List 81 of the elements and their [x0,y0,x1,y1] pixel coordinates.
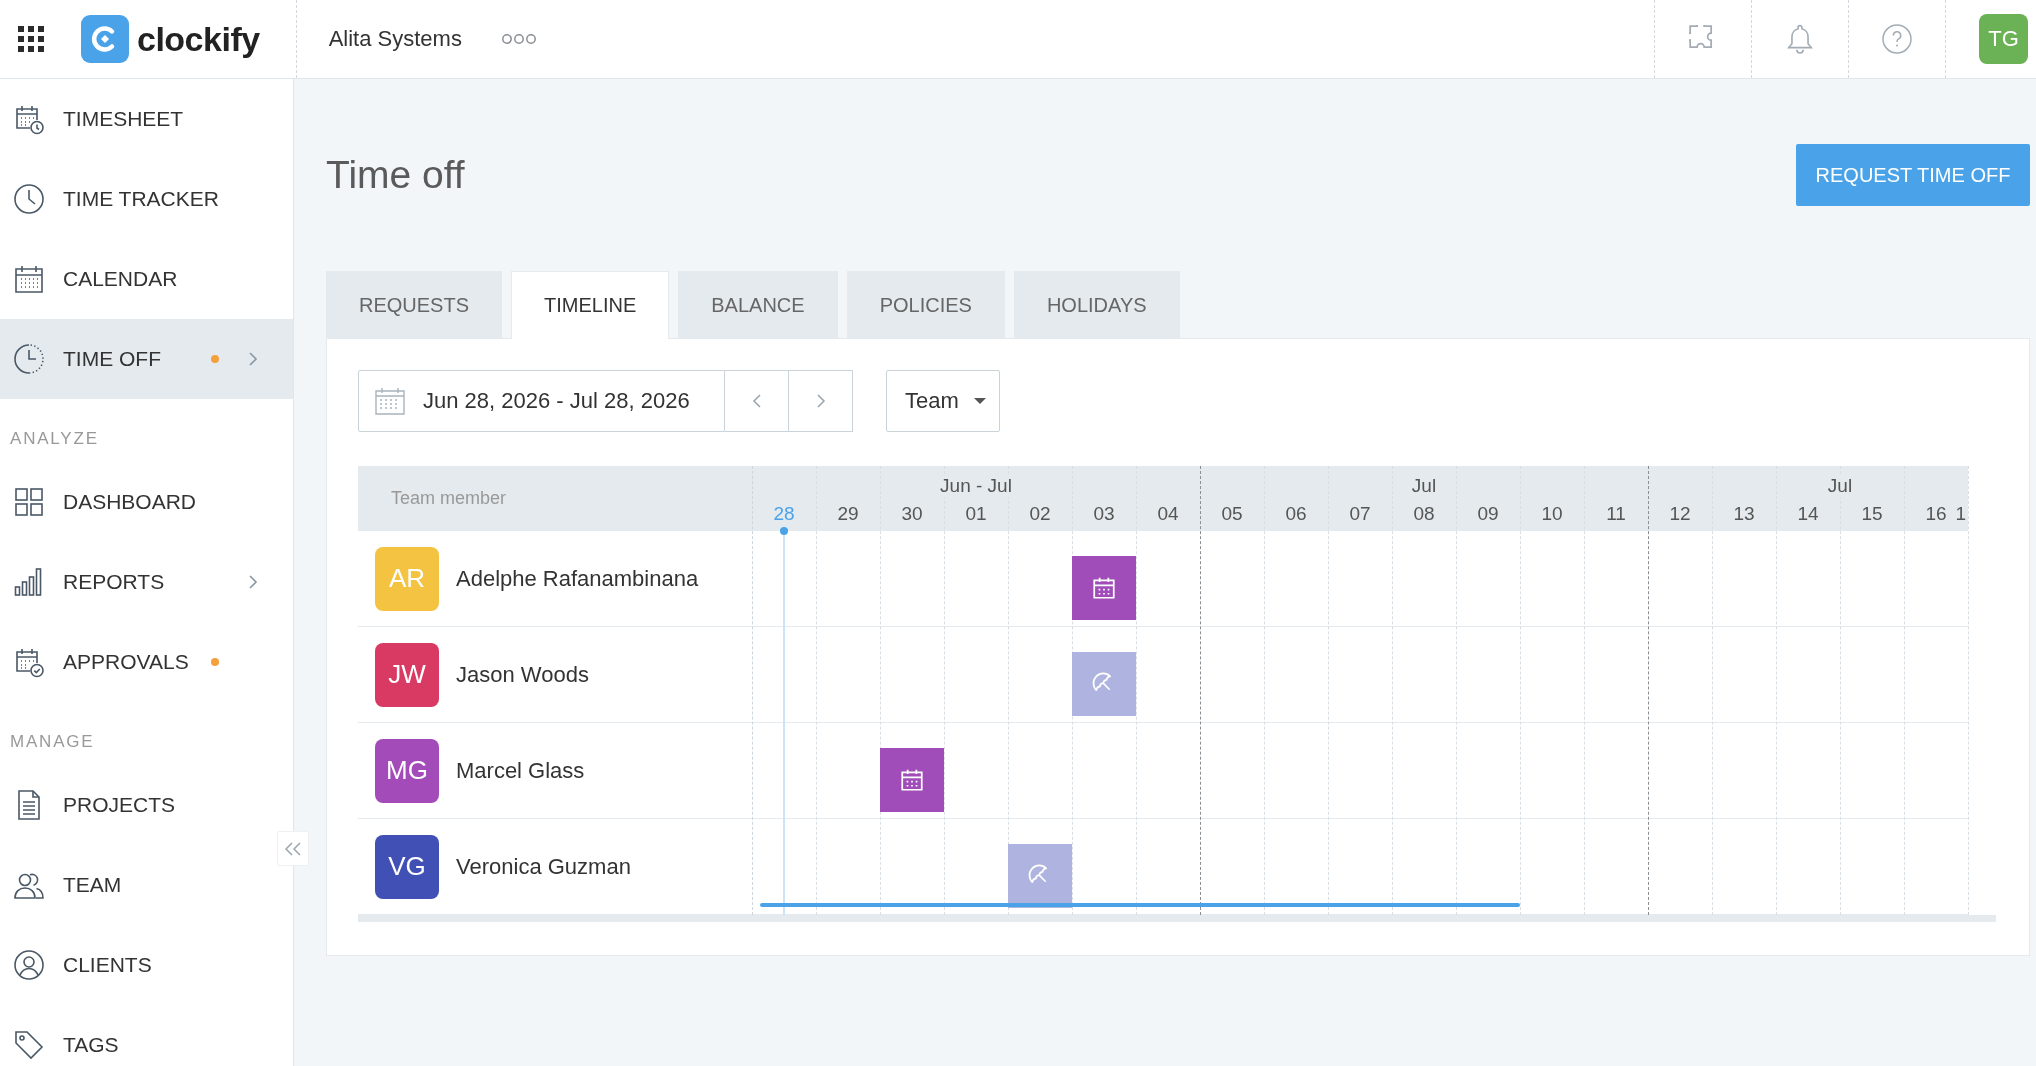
day-label: 12 [1669,502,1691,525]
day-label: 30 [901,502,923,525]
tab[interactable]: BALANCE [678,271,838,338]
previous-button[interactable] [725,370,789,432]
calendar-check-icon [13,646,45,678]
brand-name: clockify [137,19,260,59]
calendar-icon [1091,575,1117,601]
person-circle-icon [13,949,45,981]
day-label: 1 [1955,502,1966,525]
day-label: 15 [1861,502,1883,525]
section-heading: MANAGE [9,731,96,753]
day-label: 11 [1606,502,1626,525]
day-label: 06 [1285,502,1307,525]
member-name: Marcel Glass [456,757,585,784]
logo-icon[interactable] [81,15,129,63]
calendar-icon [375,387,405,415]
day-label: 28 [773,502,795,525]
section-heading: ANALYZE [9,428,100,450]
day-label: 03 [1093,502,1115,525]
scrollbar-track[interactable] [358,915,1996,922]
date-range-picker[interactable]: Jun 28, 2026 - Jul 28, 2026 [358,370,725,432]
day-label: 29 [837,502,859,525]
day-label: 07 [1349,502,1371,525]
calendar-clock-icon [13,103,45,135]
double-chevron-left-icon [284,840,302,857]
nav-item[interactable]: TAGS [0,1005,293,1066]
holiday-block[interactable] [1072,556,1136,620]
day-label: 01 [965,502,987,525]
collapse-sidebar-button[interactable] [277,831,309,866]
member-name: Veronica Guzman [456,853,631,880]
day-label: 05 [1221,502,1243,525]
next-button[interactable] [789,370,853,432]
calendar-icon [13,263,45,295]
nav-item[interactable]: CALENDAR [0,239,293,319]
caret-icon [973,398,986,404]
tag-icon [13,1029,45,1061]
avatar: MG [375,738,439,803]
tab[interactable]: HOLIDAYS [1013,271,1180,338]
day-label: 02 [1029,502,1051,525]
day-label: 14 [1797,502,1819,525]
nav-item[interactable]: PROJECTS [0,765,293,845]
column-heading: Team member [391,488,507,509]
avatar: JW [375,642,439,707]
nav-item[interactable]: TIME OFF [0,319,293,399]
nav-item[interactable]: APPROVALS [0,622,293,702]
chevron-left-icon [751,393,762,409]
day-label: 16 [1925,502,1947,525]
nav-item[interactable]: CLIENTS [0,925,293,1005]
calendar-icon [899,767,925,793]
page-title: Time off [326,153,465,197]
day-label: 08 [1413,502,1435,525]
nav-item[interactable]: TIMESHEET [0,79,293,159]
scrollbar-thumb[interactable] [760,903,1520,907]
dotted-clock-icon [13,343,45,375]
nav-item[interactable]: TEAM [0,845,293,925]
more-icon[interactable] [500,33,537,45]
day-label: 04 [1157,502,1179,525]
chevron-right-icon [815,393,826,409]
member-name: Adelphe Rafanambinana [456,565,699,592]
bell-icon[interactable] [1787,24,1813,54]
tab[interactable]: REQUESTS [326,271,503,338]
time-off-block[interactable] [1072,652,1136,716]
tiles-icon [13,486,45,518]
grid-icon[interactable] [18,26,44,52]
time-off-block[interactable] [1008,844,1072,908]
clock-icon [13,183,45,215]
workspace-name[interactable]: Alita Systems [328,26,462,52]
day-label: 10 [1541,502,1563,525]
holiday-block[interactable] [880,748,944,812]
day-label: 13 [1733,502,1755,525]
nav-item[interactable]: DASHBOARD [0,462,293,542]
tab[interactable]: POLICIES [846,271,1005,338]
tab[interactable]: TIMELINE [511,271,670,339]
avatar: AR [375,546,439,611]
group-by-dropdown[interactable]: Team [886,370,1000,432]
avatar: VG [375,834,439,899]
nav-item[interactable]: REPORTS [0,542,293,622]
nav-item[interactable]: TIME TRACKER [0,159,293,239]
help-icon[interactable] [1882,24,1912,54]
day-label: 09 [1477,502,1499,525]
member-name: Jason Woods [456,661,589,688]
